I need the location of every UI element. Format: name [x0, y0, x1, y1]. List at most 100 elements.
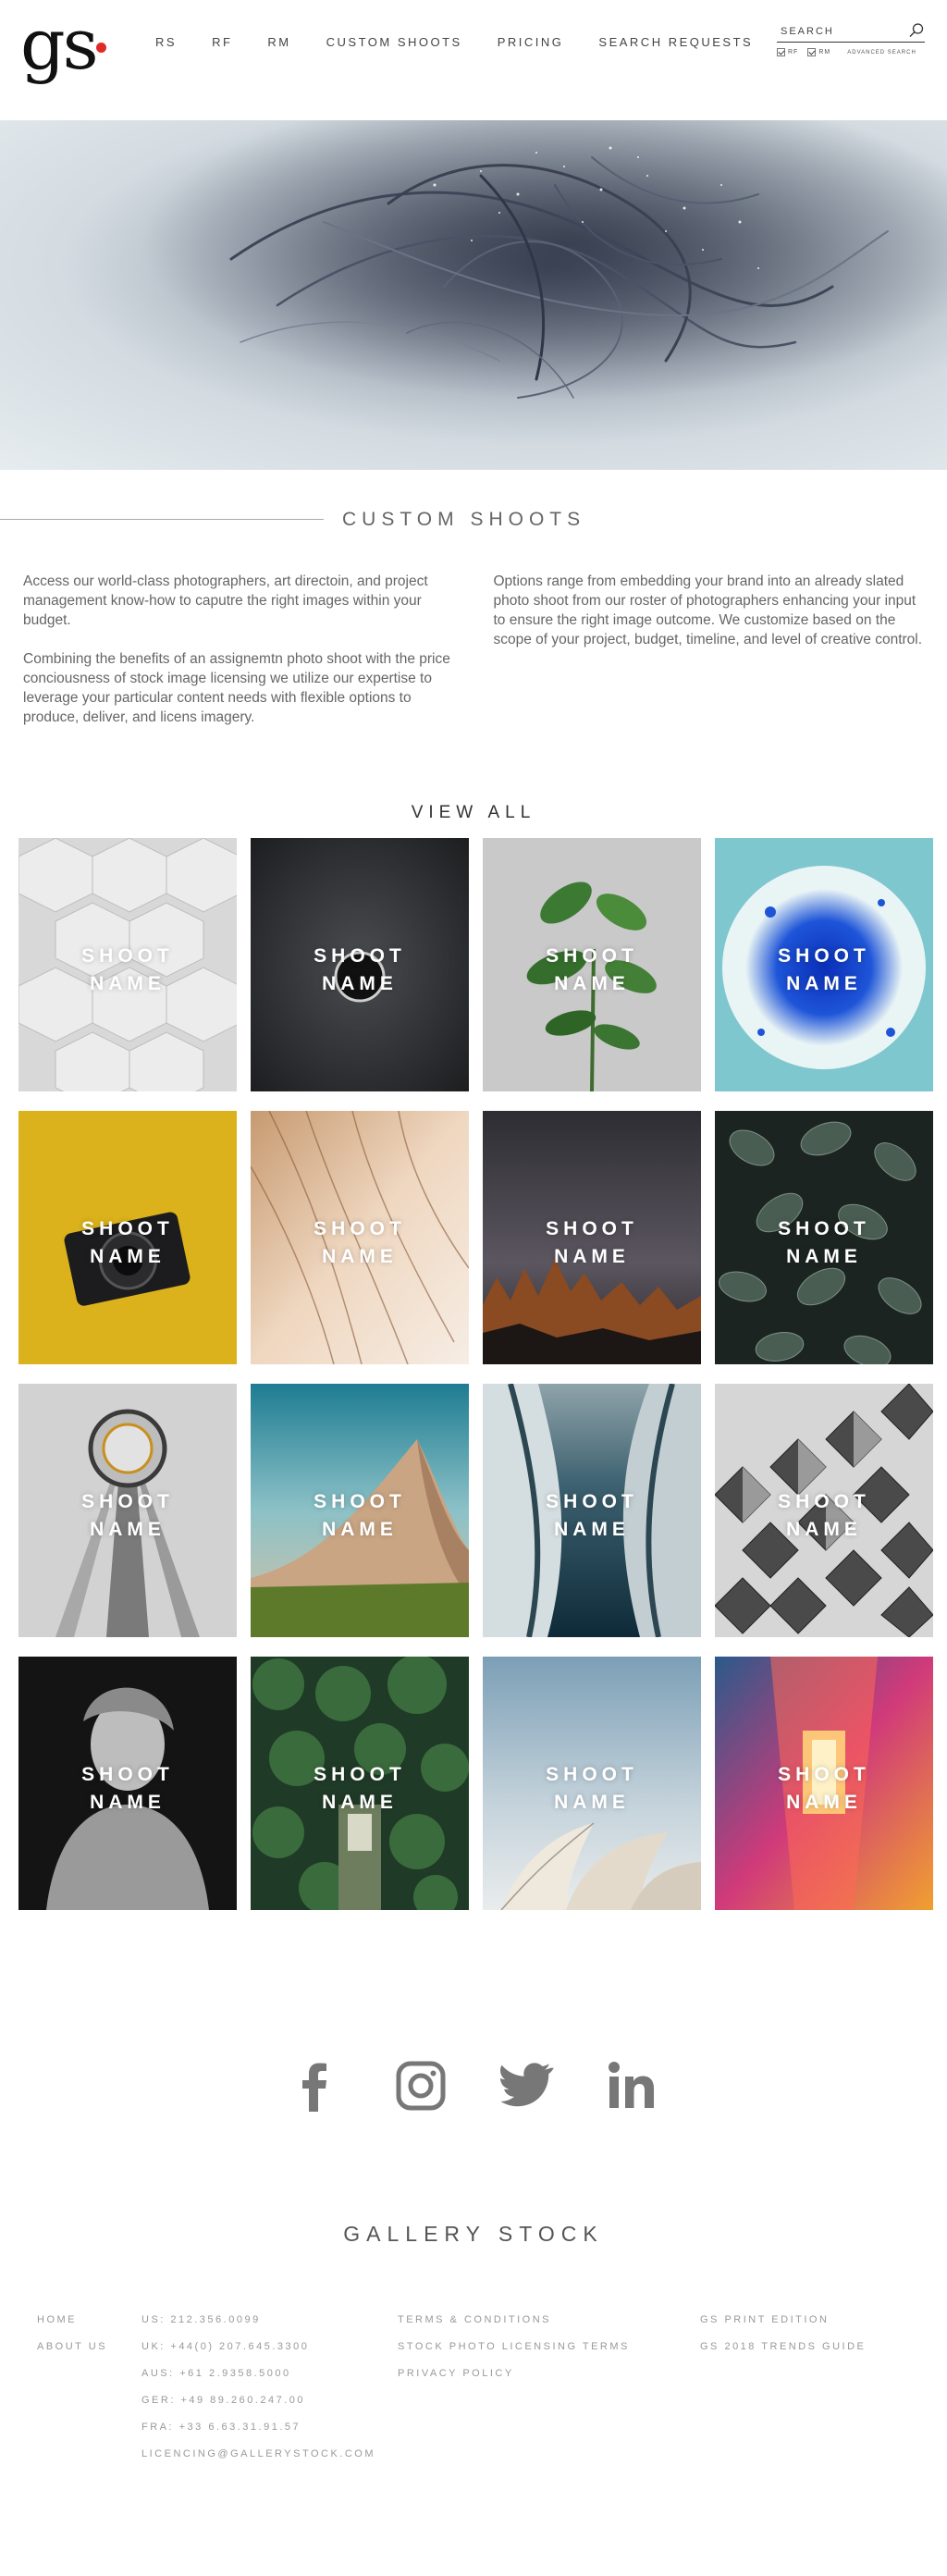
instagram-icon[interactable] — [393, 2058, 449, 2114]
contact-us: US: 212.356.0099 — [141, 2314, 261, 2325]
contact-aus: AUS: +61 2.9358.5000 — [141, 2368, 291, 2379]
shoot-name-line-1: SHOOT — [314, 945, 406, 967]
shoot-card[interactable]: SHOOT NAME — [715, 1384, 933, 1637]
hero-hair-artwork — [0, 120, 947, 470]
shoot-name: SHOOT NAME — [18, 1761, 237, 1817]
shoot-card[interactable]: SHOOT NAME — [18, 1384, 237, 1637]
footer-print-links: GS PRINT EDITION GS 2018 TRENDS GUIDE — [700, 2314, 866, 2368]
logo[interactable]: gs — [20, 9, 99, 80]
shoot-name: SHOOT NAME — [483, 1488, 701, 1544]
shoot-name-line-2: NAME — [554, 973, 630, 994]
shoot-name-line-2: NAME — [786, 1519, 862, 1540]
shoot-name: SHOOT NAME — [483, 1761, 701, 1817]
shoot-card[interactable]: SHOOT NAME — [18, 1111, 237, 1364]
shoot-name-line-2: NAME — [322, 973, 398, 994]
shoot-name: SHOOT NAME — [18, 943, 237, 998]
twitter-icon[interactable] — [498, 2058, 554, 2114]
shoot-name: SHOOT NAME — [251, 943, 469, 998]
contact-uk: UK: +44(0) 207.645.3300 — [141, 2341, 310, 2352]
shoot-name: SHOOT NAME — [715, 943, 933, 998]
search-options: RF RM ADVANCED SEARCH — [777, 48, 925, 56]
rm-checkbox-label: RM — [818, 49, 831, 55]
shoot-name: SHOOT NAME — [251, 1488, 469, 1544]
footer-main-links: HOME ABOUT US — [37, 2314, 107, 2368]
section-header: CUSTOM SHOOTS — [0, 470, 947, 572]
shoot-name-line-2: NAME — [90, 1246, 166, 1267]
shoot-name-line-1: SHOOT — [81, 945, 174, 967]
shoot-name: SHOOT NAME — [251, 1215, 469, 1271]
intro-text: Access our world-class photographers, ar… — [0, 572, 947, 803]
rf-checkbox[interactable]: RF — [777, 48, 798, 56]
shoot-name: SHOOT NAME — [483, 1215, 701, 1271]
advanced-search-link[interactable]: ADVANCED SEARCH — [847, 50, 916, 55]
shoot-name-line-1: SHOOT — [778, 1491, 870, 1512]
footer-contacts: US: 212.356.0099 UK: +44(0) 207.645.3300… — [141, 2314, 375, 2475]
shoot-name-line-2: NAME — [322, 1792, 398, 1813]
shoot-name: SHOOT NAME — [251, 1761, 469, 1817]
shoot-name-line-2: NAME — [786, 1792, 862, 1813]
shoot-card[interactable]: SHOOT NAME — [483, 1657, 701, 1910]
footer-link-terms[interactable]: TERMS & CONDITIONS — [398, 2314, 630, 2341]
view-all-link[interactable]: VIEW ALL — [0, 803, 947, 838]
facebook-icon[interactable] — [288, 2058, 343, 2114]
footer-legal-links: TERMS & CONDITIONS STOCK PHOTO LICENSING… — [398, 2314, 630, 2395]
nav-custom-shoots[interactable]: CUSTOM SHOOTS — [326, 35, 462, 49]
intro-paragraph: Access our world-class photographers, ar… — [23, 573, 428, 628]
shoot-card[interactable]: SHOOT NAME — [483, 838, 701, 1091]
site-header: gs RS RF RM CUSTOM SHOOTS PRICING SEARCH… — [0, 0, 947, 120]
shoot-name: SHOOT NAME — [715, 1488, 933, 1544]
nav-rs[interactable]: RS — [155, 35, 177, 49]
shoot-name-line-2: NAME — [90, 973, 166, 994]
shoot-name-line-1: SHOOT — [81, 1764, 174, 1785]
nav-pricing[interactable]: PRICING — [498, 35, 564, 49]
shoot-name-line-1: SHOOT — [81, 1491, 174, 1512]
shoot-card[interactable]: SHOOT NAME — [715, 1657, 933, 1910]
shoot-name-line-1: SHOOT — [546, 1764, 638, 1785]
shoot-name-line-2: NAME — [322, 1519, 398, 1540]
shoot-card[interactable]: SHOOT NAME — [18, 1657, 237, 1910]
shoot-name-line-2: NAME — [554, 1792, 630, 1813]
shoot-card[interactable]: SHOOT NAME — [18, 838, 237, 1091]
shoot-card[interactable]: SHOOT NAME — [251, 1384, 469, 1637]
shoot-name: SHOOT NAME — [715, 1761, 933, 1817]
contact-fra: FRA: +33 6.63.31.91.57 — [141, 2422, 301, 2433]
shoot-name-line-1: SHOOT — [778, 1218, 870, 1239]
section-title: CUSTOM SHOOTS — [342, 509, 586, 530]
nav-search-requests[interactable]: SEARCH REQUESTS — [598, 35, 753, 49]
footer-link-licensing-terms[interactable]: STOCK PHOTO LICENSING TERMS — [398, 2341, 630, 2368]
shoot-card[interactable]: SHOOT NAME — [483, 1384, 701, 1637]
shoot-card[interactable]: SHOOT NAME — [715, 1111, 933, 1364]
search-icon[interactable] — [908, 22, 925, 39]
shoot-name-line-2: NAME — [322, 1246, 398, 1267]
intro-right-column: Options range from embedding your brand … — [494, 572, 925, 803]
shoot-card[interactable]: SHOOT NAME — [483, 1111, 701, 1364]
shoot-name: SHOOT NAME — [18, 1215, 237, 1271]
footer-link-trends-guide[interactable]: GS 2018 TRENDS GUIDE — [700, 2341, 866, 2368]
site-footer: HOME ABOUT US US: 212.356.0099 UK: +44(0… — [0, 2314, 947, 2536]
logo-dot — [96, 43, 106, 53]
intro-paragraph: Options range from embedding your brand … — [493, 573, 923, 647]
shoots-grid: SHOOT NAME SHOOT NAME SHOOT NAME SHOOT N… — [0, 838, 947, 1910]
nav-rf[interactable]: RF — [212, 35, 232, 49]
footer-link-privacy[interactable]: PRIVACY POLICY — [398, 2368, 630, 2395]
shoot-card[interactable]: SHOOT NAME — [715, 838, 933, 1091]
footer-link-print-edition[interactable]: GS PRINT EDITION — [700, 2314, 866, 2341]
shoot-card[interactable]: SHOOT NAME — [251, 838, 469, 1091]
contact-email-link[interactable]: LICENCING@GALLERYSTOCK.COM — [141, 2448, 375, 2475]
shoot-card[interactable]: SHOOT NAME — [251, 1111, 469, 1364]
shoot-name-line-1: SHOOT — [314, 1764, 406, 1785]
footer-link-home[interactable]: HOME — [37, 2314, 107, 2341]
search-input[interactable] — [777, 22, 897, 37]
rm-checkbox[interactable]: RM — [807, 48, 830, 56]
intro-left-column: Access our world-class photographers, ar… — [23, 572, 454, 803]
contact-ger: GER: +49 89.260.247.00 — [141, 2395, 306, 2406]
footer-brand: GALLERY STOCK — [343, 2222, 604, 2246]
footer-link-about[interactable]: ABOUT US — [37, 2341, 107, 2368]
shoot-card[interactable]: SHOOT NAME — [251, 1657, 469, 1910]
linkedin-icon[interactable] — [604, 2058, 659, 2114]
nav-rm[interactable]: RM — [267, 35, 290, 49]
shoot-name-line-2: NAME — [554, 1246, 630, 1267]
shoot-name-line-2: NAME — [786, 973, 862, 994]
shoot-name: SHOOT NAME — [715, 1215, 933, 1271]
shoot-name-line-2: NAME — [786, 1246, 862, 1267]
